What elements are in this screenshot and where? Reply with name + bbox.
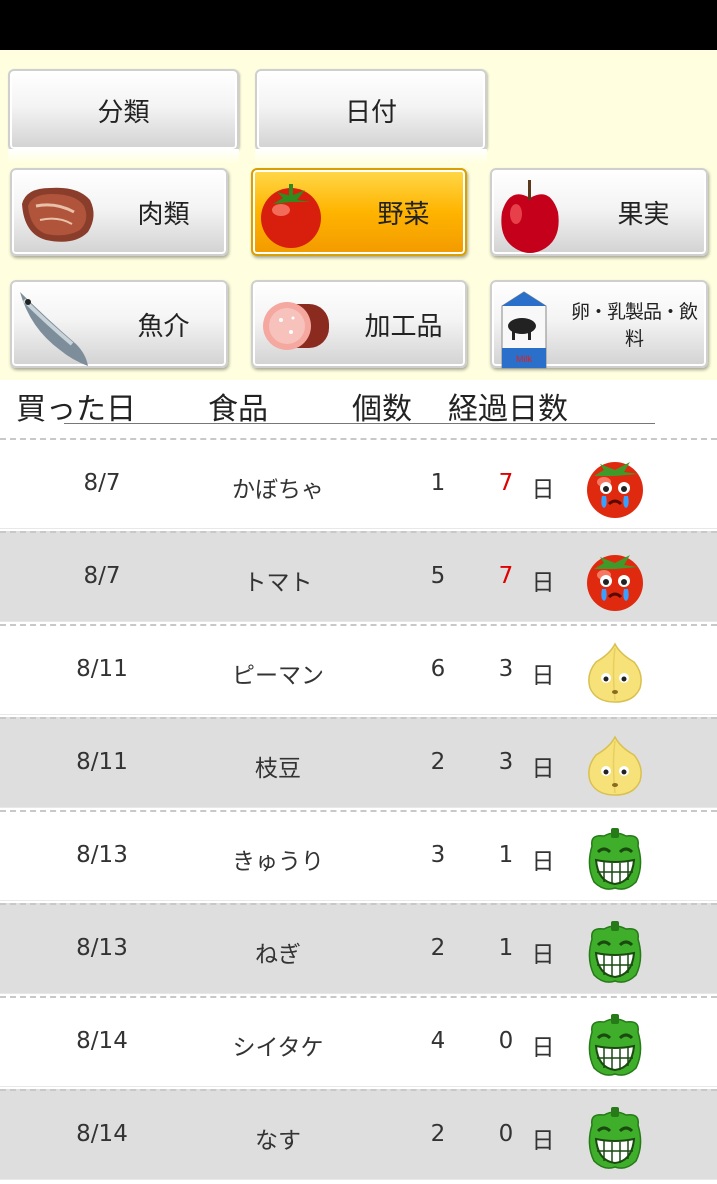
category-button-dairy[interactable]: Milk 卵・乳製品・飲料 (490, 280, 708, 369)
food-name: シイタケ (232, 1035, 324, 1061)
elapsed-days: 0 (498, 1028, 514, 1054)
category-button-fruit[interactable]: 果実 (490, 168, 708, 256)
worried-onion-icon (588, 643, 642, 703)
purchase-date: 8/14 (76, 1028, 128, 1054)
days-unit: 日 (531, 756, 555, 782)
food-name: 枝豆 (255, 756, 301, 782)
tomato-icon (261, 184, 321, 248)
happy-pepper-icon (587, 826, 643, 891)
purchase-date: 8/11 (76, 749, 128, 775)
elapsed-days: 1 (498, 842, 514, 868)
quantity: 4 (430, 1028, 446, 1054)
list-item[interactable]: 8/7 かぼちゃ 1 7 日 (0, 438, 717, 529)
list-item[interactable]: 8/11 枝豆 2 3 日 (0, 717, 717, 808)
list-item[interactable]: 8/14 シイタケ 4 0 日 (0, 996, 717, 1087)
category-label-fruit: 果実 (617, 199, 670, 230)
tab-sort-date[interactable]: 日付 (255, 69, 487, 163)
food-name: ピーマン (232, 663, 324, 689)
purchase-date: 8/11 (76, 656, 128, 682)
category-label-dairy: 卵・乳製品・飲料 (570, 301, 698, 350)
elapsed-days: 3 (498, 656, 514, 682)
apple-icon (501, 180, 559, 253)
elapsed-days: 7 (498, 470, 514, 496)
header-food: 食品 (208, 392, 268, 427)
header-date: 買った日 (16, 392, 136, 427)
elapsed-days: 7 (498, 563, 514, 589)
quantity: 2 (430, 935, 446, 961)
purchase-date: 8/13 (76, 935, 128, 961)
tab-sort-category-label: 分類 (97, 97, 150, 128)
days-unit: 日 (531, 570, 555, 596)
header-divider (64, 423, 655, 424)
filter-panel: 分類 日付 肉類 野菜 果実 魚介 加工品 Milk 卵・乳製品・飲料 (0, 50, 717, 380)
elapsed-days: 0 (498, 1121, 514, 1147)
crying-tomato-icon (585, 553, 645, 613)
list-item[interactable]: 8/13 きゅうり 3 1 日 (0, 810, 717, 901)
list-item[interactable]: 8/7 トマト 5 7 日 (0, 531, 717, 622)
milk-carton-icon: Milk (501, 291, 547, 369)
quantity: 2 (430, 1121, 446, 1147)
list-item[interactable]: 8/13 ねぎ 2 1 日 (0, 903, 717, 994)
header-days: 経過日数 (448, 392, 568, 427)
header-qty: 個数 (352, 392, 412, 427)
quantity: 5 (430, 563, 446, 589)
food-name: なす (255, 1128, 301, 1154)
happy-pepper-icon (587, 1012, 643, 1077)
ham-icon (263, 302, 329, 350)
food-name: きゅうり (232, 849, 324, 875)
happy-pepper-icon (587, 919, 643, 984)
purchase-date: 8/13 (76, 842, 128, 868)
days-unit: 日 (531, 663, 555, 689)
category-label-meat: 肉類 (137, 199, 190, 230)
quantity: 3 (430, 842, 446, 868)
food-list: 8/7 かぼちゃ 1 7 日 8/7 トマト 5 7 日 8/11 ピーマン 6 3 日 8/11 枝豆 2 3 日 8… (0, 438, 717, 1182)
status-bar (0, 0, 717, 50)
category-button-vegetable[interactable]: 野菜 (251, 168, 467, 256)
purchase-date: 8/14 (76, 1121, 128, 1147)
quantity: 2 (430, 749, 446, 775)
list-item[interactable]: 8/11 ピーマン 6 3 日 (0, 624, 717, 715)
category-label-vegetable: 野菜 (377, 199, 430, 230)
elapsed-days: 1 (498, 935, 514, 961)
food-name: かぼちゃ (232, 477, 324, 503)
tab-sort-category[interactable]: 分類 (8, 69, 239, 163)
quantity: 1 (430, 470, 446, 496)
svg-text:Milk: Milk (516, 354, 532, 364)
days-unit: 日 (531, 849, 555, 875)
purchase-date: 8/7 (83, 563, 121, 589)
category-label-seafood: 魚介 (137, 311, 190, 342)
happy-pepper-icon (587, 1105, 643, 1170)
meat-icon (22, 187, 94, 242)
category-button-processed[interactable]: 加工品 (251, 280, 467, 368)
tab-sort-date-label: 日付 (344, 97, 397, 128)
food-name: ねぎ (255, 942, 301, 968)
fish-icon (20, 292, 88, 366)
days-unit: 日 (531, 1035, 555, 1061)
days-unit: 日 (531, 942, 555, 968)
purchase-date: 8/7 (83, 470, 121, 496)
quantity: 6 (430, 656, 446, 682)
days-unit: 日 (531, 477, 555, 503)
elapsed-days: 3 (498, 749, 514, 775)
category-button-meat[interactable]: 肉類 (10, 168, 228, 256)
category-label-processed: 加工品 (364, 311, 443, 342)
list-item[interactable]: 8/14 なす 2 0 日 (0, 1089, 717, 1180)
worried-onion-icon (588, 736, 642, 796)
table-header: 買った日 食品 個数 経過日数 (0, 380, 717, 438)
food-name: トマト (243, 570, 313, 596)
crying-tomato-icon (585, 460, 645, 520)
category-button-seafood[interactable]: 魚介 (10, 280, 228, 368)
days-unit: 日 (531, 1128, 555, 1154)
